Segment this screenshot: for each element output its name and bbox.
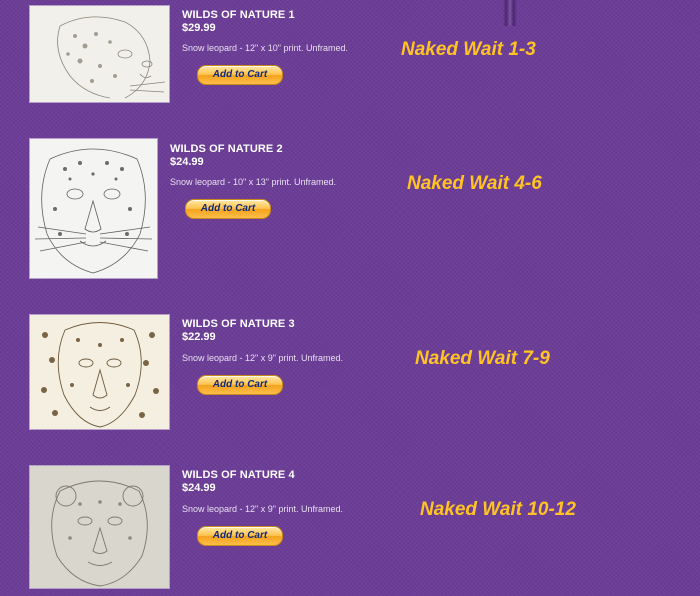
add-to-cart-button[interactable]: Add to Cart: [197, 526, 283, 546]
add-to-cart-button[interactable]: Add to Cart: [197, 375, 283, 395]
product-description: Snow leopard - 10" x 13" print. Unframed…: [170, 177, 336, 187]
leopard-sketch-icon: [30, 315, 169, 429]
product-name: WILDS OF NATURE 1: [182, 9, 295, 21]
background-streak: [503, 0, 517, 26]
product-price: $29.99: [182, 22, 216, 34]
leopard-sketch-icon: [30, 6, 169, 102]
product-image-4[interactable]: [30, 466, 169, 588]
leopard-sketch-icon: [30, 466, 169, 588]
product-name: WILDS OF NATURE 2: [170, 143, 283, 155]
product-description: Snow leopard - 12" x 9" print. Unframed.: [182, 504, 343, 514]
add-to-cart-button[interactable]: Add to Cart: [197, 65, 283, 85]
product-price: $22.99: [182, 331, 216, 343]
product-price: $24.99: [182, 482, 216, 494]
wait-label: Naked Wait 1-3: [401, 39, 536, 60]
wait-label: Naked Wait 4-6: [407, 173, 542, 194]
wait-label: Naked Wait 10-12: [420, 499, 576, 520]
product-price: $24.99: [170, 156, 204, 168]
product-name: WILDS OF NATURE 4: [182, 469, 295, 481]
leopard-sketch-icon: [30, 139, 157, 278]
product-description: Snow leopard - 12" x 10" print. Unframed…: [182, 43, 348, 53]
product-image-3[interactable]: [30, 315, 169, 429]
product-description: Snow leopard - 12" x 9" print. Unframed.: [182, 353, 343, 363]
add-to-cart-button[interactable]: Add to Cart: [185, 199, 271, 219]
product-image-1[interactable]: [30, 6, 169, 102]
product-image-2[interactable]: [30, 139, 157, 278]
product-name: WILDS OF NATURE 3: [182, 318, 295, 330]
wait-label: Naked Wait 7-9: [415, 348, 550, 369]
